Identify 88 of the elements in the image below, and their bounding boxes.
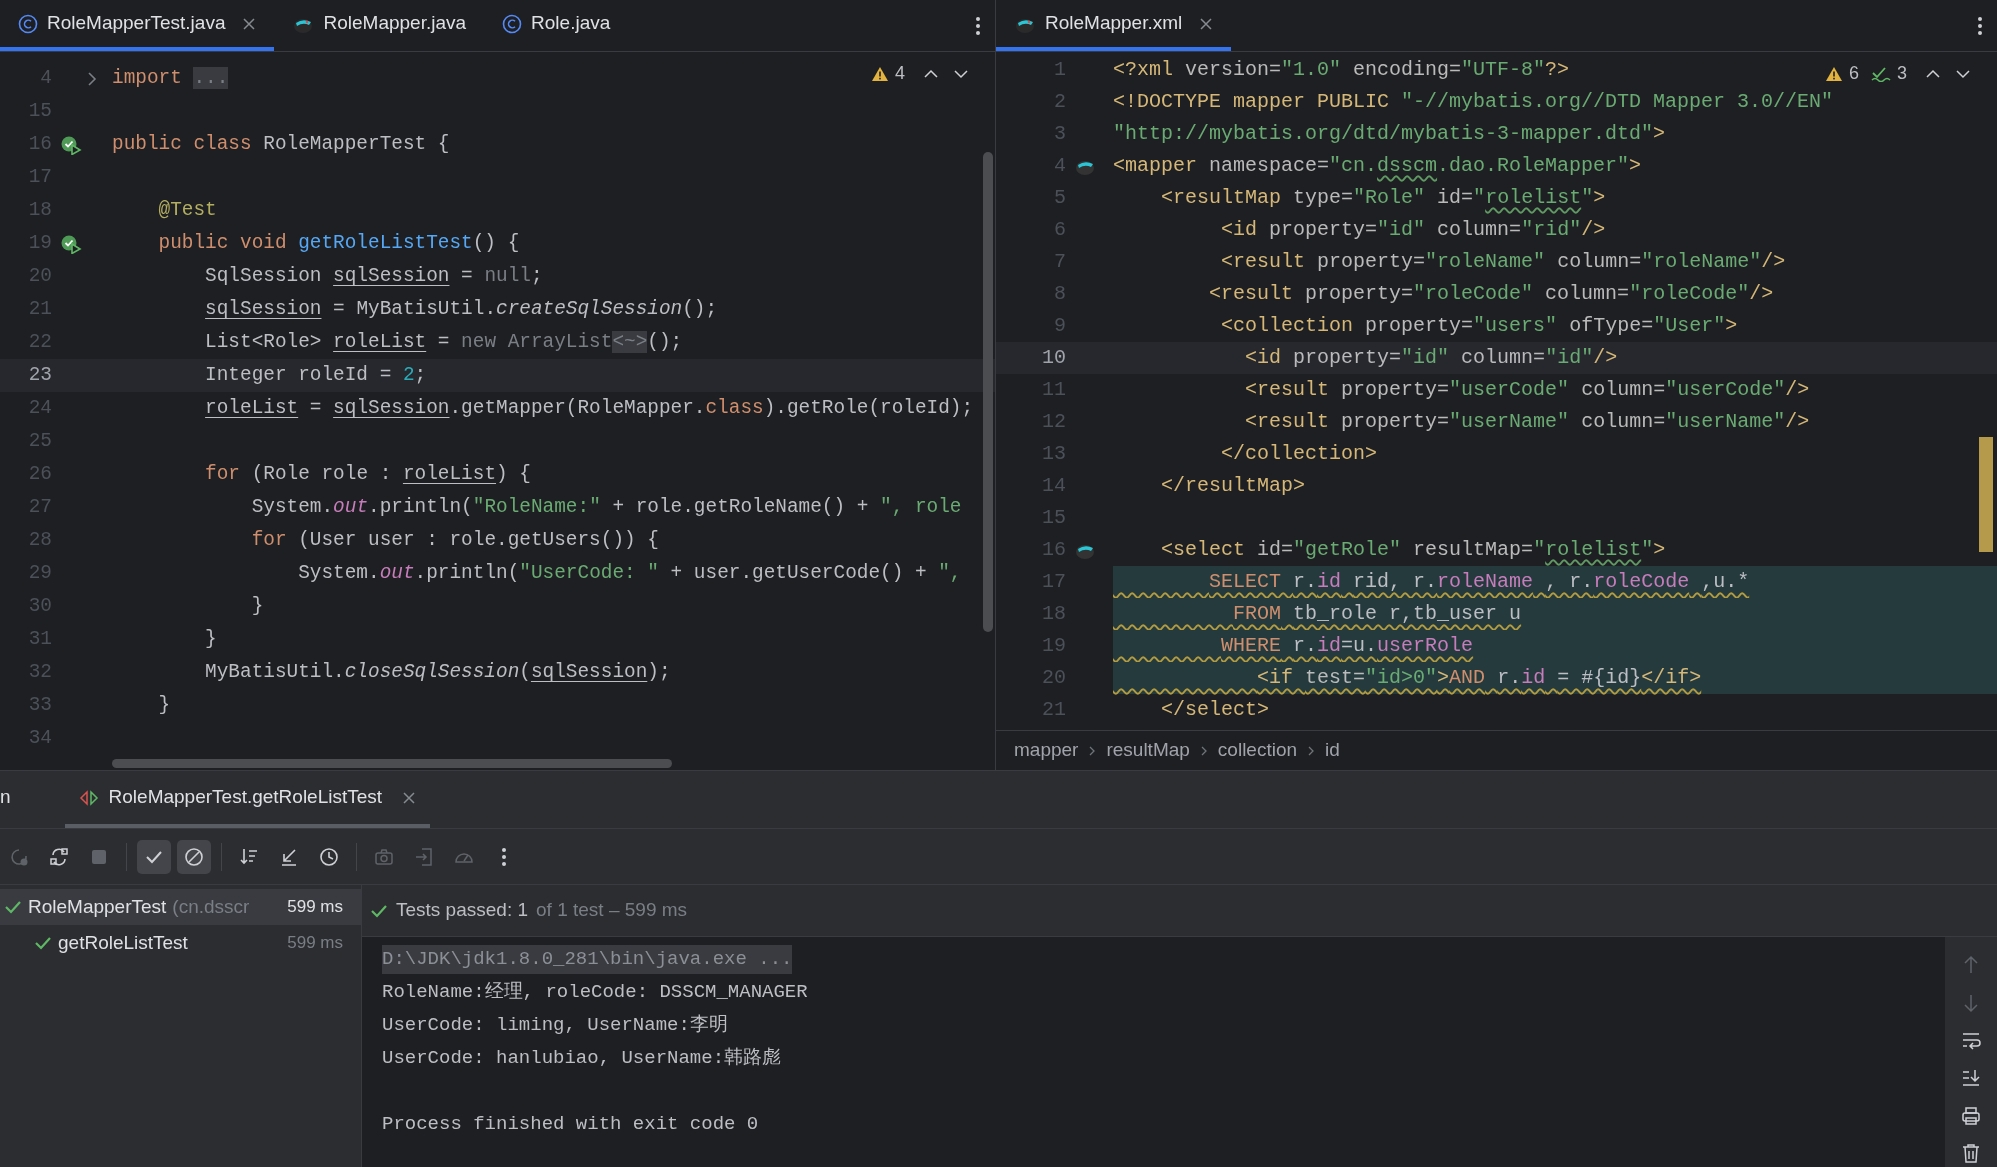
console-line: UserCode: liming, UserName:李明 <box>382 1013 728 1039</box>
code-line: List<Role> roleList = new ArrayList<~>(); <box>204 329 683 355</box>
breadcrumb-item[interactable]: mapper <box>1014 736 1079 765</box>
code-line: System.out.println("UserCode: " + user.getUserCode() + ", <box>297 560 962 586</box>
typo-count: 3 <box>1897 62 1907 85</box>
code-line: <!DOCTYPE mapper PUBLIC "-//mybatis.org//DTD Mapper 3.0//EN" <box>1113 89 1834 115</box>
code-line: for (Role role : roleList) { <box>204 461 531 487</box>
run-test-icon[interactable] <box>60 233 82 254</box>
panel-tab[interactable]: n <box>0 771 25 828</box>
editor-tab[interactable]: RoleMapper.java <box>274 0 485 51</box>
breadcrumb-item[interactable]: resultMap <box>1106 736 1190 765</box>
check-icon <box>4 899 22 915</box>
warning-count: 6 <box>1848 62 1859 85</box>
test-package: (cn.dsscr <box>172 894 250 919</box>
code-line: } <box>204 626 217 652</box>
run-test-icon[interactable] <box>60 134 82 155</box>
test-summary-detail: of 1 test – 599 ms <box>536 898 688 923</box>
line-number: 23 <box>27 362 53 388</box>
chevron-icon[interactable] <box>86 70 98 87</box>
code-line: public void getRoleListTest() { <box>157 230 520 256</box>
code-line: sqlSession = MyBatisUtil.createSqlSession(); <box>204 296 718 322</box>
console-line: RoleName:经理, roleCode: DSSCM_MANAGER <box>382 980 808 1006</box>
editor-tab[interactable]: Role.java <box>484 0 629 51</box>
check-icon[interactable] <box>137 839 171 874</box>
code-line: <id property="id" column="id"/> <box>1244 345 1618 371</box>
code-line: <result property="roleName" column="roleName"/> <box>1220 249 1786 275</box>
breadcrumb-item[interactable]: id <box>1325 736 1340 765</box>
code-line: Integer roleId = 2; <box>204 362 427 388</box>
line-number: 10 <box>1041 345 1067 371</box>
check-icon <box>34 935 52 951</box>
test-tree-item[interactable]: getRoleListTest 599 ms <box>0 925 361 961</box>
code-line: for (User user : role.getUsers()) { <box>250 527 659 553</box>
code-line: <mapper namespace="cn.dsscm.dao.RoleMapper"> <box>1113 153 1642 179</box>
code-line: </resultMap> <box>1160 473 1306 499</box>
code-line: import ... <box>112 65 229 91</box>
chevron-up-icon[interactable] <box>923 67 939 80</box>
chevron-down-icon[interactable] <box>953 67 969 80</box>
code-line: <result property="userCode" column="userCode"/> <box>1244 377 1810 403</box>
code-line: SqlSession sqlSession = null; <box>204 263 543 289</box>
code-line: } <box>250 593 264 619</box>
code-line: <resultMap type="Role" id="rolelist"> <box>1160 185 1606 211</box>
test-tree-item[interactable]: RoleMapperTest (cn.dsscr 599 ms <box>0 889 361 925</box>
code-line: } <box>157 692 171 718</box>
close-icon[interactable] <box>1199 16 1214 31</box>
chevron-icon <box>1307 744 1316 757</box>
scrollbar-thumb[interactable] <box>983 152 993 632</box>
close-icon[interactable] <box>402 790 417 805</box>
code-line: <result property="userName" column="userName"/> <box>1244 409 1810 435</box>
code-line: <id property="id" column="rid"/> <box>1220 217 1606 243</box>
code-line: roleList = sqlSession.getMapper(RoleMapper.class).getRole(roleId); <box>204 395 974 421</box>
warning-icon <box>871 65 889 82</box>
code-line: MyBatisUtil.closeSqlSession(sqlSession); <box>204 659 671 685</box>
warning-count: 4 <box>895 62 905 85</box>
test-name: RoleMapperTest <box>28 894 167 919</box>
code-line: </select> <box>1160 697 1270 723</box>
more-icon[interactable] <box>1977 15 1983 36</box>
test-duration: 599 ms <box>287 896 343 919</box>
chevron-icon <box>1088 744 1097 757</box>
code-line: @Test <box>157 197 217 223</box>
console-line: Process finished with exit code 0 <box>382 1112 759 1138</box>
chevron-down-icon[interactable] <box>1955 67 1971 80</box>
class-icon <box>18 13 38 34</box>
circle-slash-icon[interactable] <box>177 839 211 874</box>
more-icon[interactable] <box>975 15 981 36</box>
code-line: <collection property="users" ofType="User"> <box>1220 313 1738 339</box>
test-icon <box>78 787 99 808</box>
code-line: "http://mybatis.org/dtd/mybatis-3-mapper.dtd"> <box>1113 121 1666 147</box>
typo-icon <box>1871 65 1891 82</box>
test-summary: Tests passed: 1 <box>396 898 529 923</box>
breadcrumb-item[interactable]: collection <box>1217 736 1298 765</box>
warning-icon <box>1824 65 1843 82</box>
editor-tab[interactable]: RoleMapperTest.java <box>0 0 275 51</box>
code-line: public class RoleMapperTest { <box>112 131 450 157</box>
console-line: UserCode: hanlubiao, UserName:韩路彪 <box>382 1046 782 1072</box>
code-line: System.out.println("RoleName:" + role.getRoleName() + ", role <box>250 494 962 520</box>
code-line: <result property="roleCode" column="roleCode"/> <box>1208 281 1774 307</box>
chevron-icon <box>1199 744 1208 757</box>
code-line: <select id="getRole" resultMap="rolelist"> <box>1160 537 1666 563</box>
close-icon[interactable] <box>242 16 257 31</box>
code-line: </collection> <box>1220 441 1378 467</box>
class-icon <box>502 13 523 34</box>
chevron-up-icon[interactable] <box>1925 67 1941 80</box>
panel-tab[interactable]: RoleMapperTest.getRoleListTest <box>64 771 431 828</box>
scrollbar-thumb[interactable] <box>112 759 672 768</box>
editor-tab[interactable]: RoleMapper.xml <box>996 0 1232 51</box>
test-duration: 599 ms <box>287 932 343 955</box>
code-line: <?xml version="1.0" encoding="UTF-8"?> <box>1113 57 1570 83</box>
test-name: getRoleListTest <box>58 930 188 955</box>
